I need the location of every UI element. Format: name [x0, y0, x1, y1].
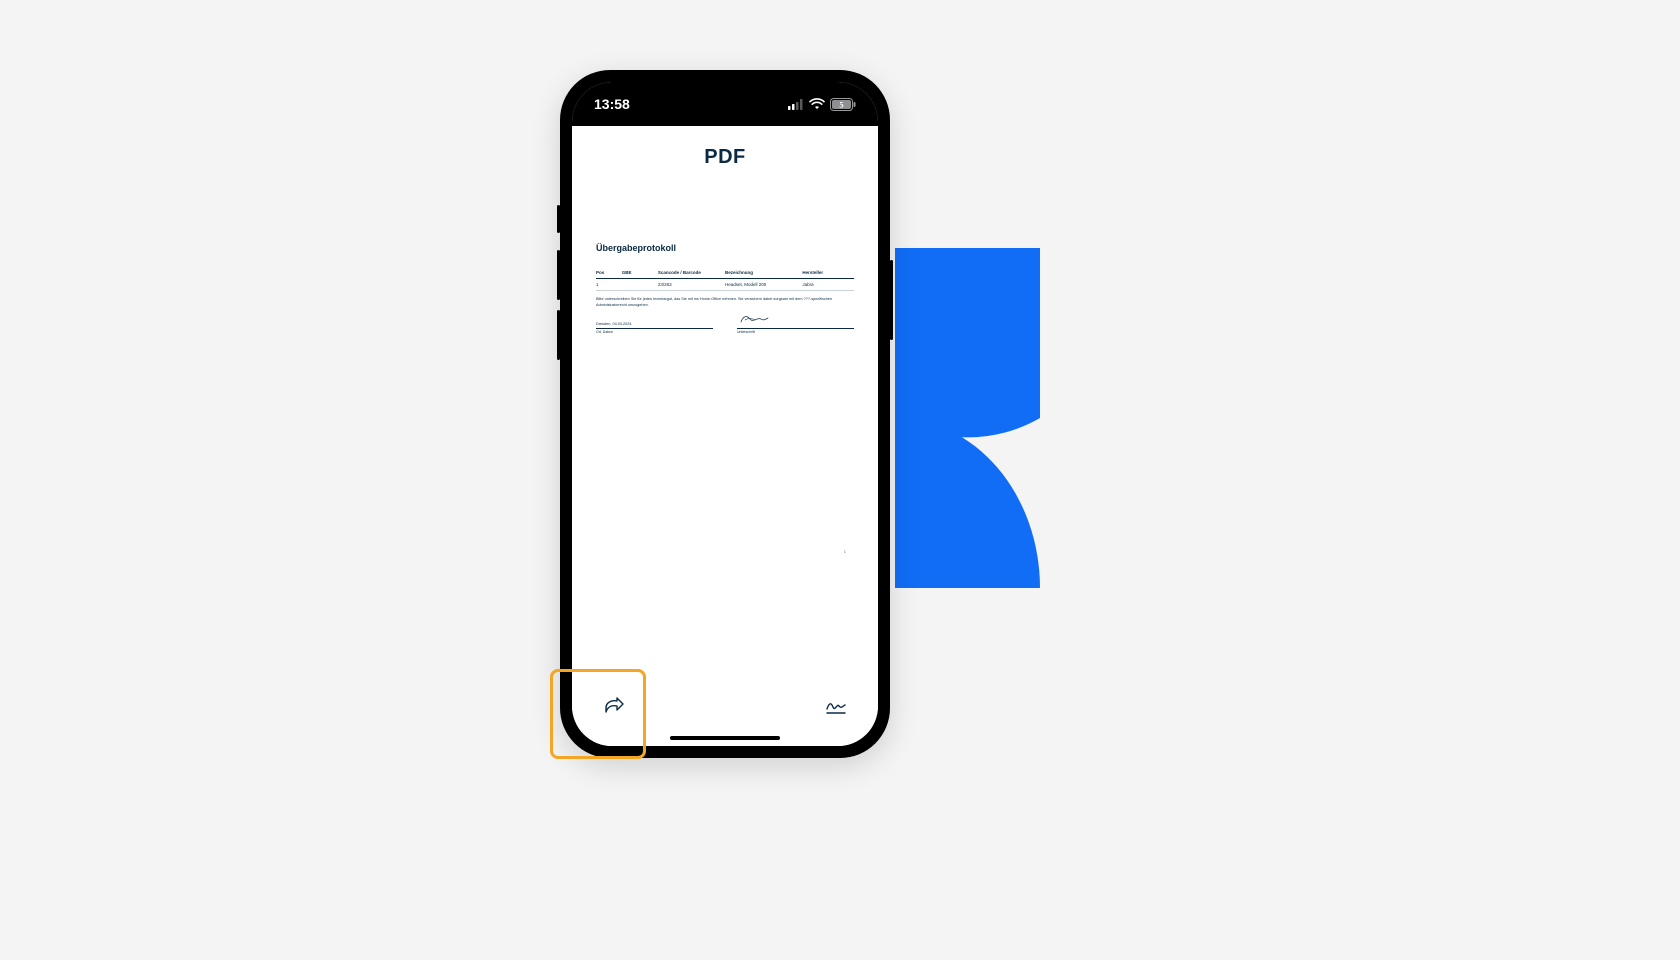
status-time: 13:58	[594, 96, 630, 112]
col-scancode: Scancode / Barcode	[658, 269, 725, 278]
phone-screen: 13:58	[572, 82, 878, 746]
phone-volume-down	[557, 310, 560, 360]
signature-icon	[825, 697, 847, 720]
signature-block-right: Unterschrift	[737, 316, 854, 335]
phone-volume-up	[557, 250, 560, 300]
dynamic-island	[677, 92, 773, 120]
col-pos: Pos	[596, 269, 622, 278]
signature-right-label: Unterschrift	[737, 330, 854, 335]
col-hersteller: Hersteller	[802, 269, 854, 278]
battery-icon: 5	[830, 98, 856, 111]
document-note: Bitte unterschreiben Sie für jedes Inven…	[596, 297, 854, 307]
table-header-row: Pos GBE Scancode / Barcode Bezeichnung H…	[596, 269, 854, 278]
signature-row: Dresden, 04.03.2024 Ort, Datum	[596, 316, 854, 335]
signature-line-left: Dresden, 04.03.2024	[596, 316, 713, 329]
home-indicator[interactable]	[670, 736, 780, 740]
status-indicators: 5	[788, 98, 856, 111]
pdf-page: Übergabeprotokoll Pos GBE Scancode / Bar…	[596, 243, 854, 334]
app-header: PDF	[572, 126, 878, 183]
items-table: Pos GBE Scancode / Barcode Bezeichnung H…	[596, 269, 854, 292]
col-gbe: GBE	[622, 269, 658, 278]
signature-left-value: Dresden, 04.03.2024	[596, 322, 631, 327]
sign-button[interactable]	[820, 692, 852, 724]
page-title: PDF	[572, 146, 878, 169]
table-row: 1 23/263 Headset, Modell 200 Jabra	[596, 278, 854, 291]
cell-hersteller: Jabra	[802, 278, 854, 291]
document-title: Übergabeprotokoll	[596, 243, 854, 255]
phone-power-button	[890, 260, 893, 340]
signature-mark-icon	[739, 313, 769, 328]
signature-line-right	[737, 316, 854, 329]
document-viewport[interactable]: Übergabeprotokoll Pos GBE Scancode / Bar…	[572, 183, 878, 678]
cell-scancode: 23/263	[658, 278, 725, 291]
cellular-icon	[788, 99, 804, 110]
page-number: 1	[844, 549, 846, 554]
phone-frame: 13:58	[560, 70, 890, 758]
col-bezeichnung: Bezeichnung	[725, 269, 802, 278]
share-icon	[603, 696, 625, 721]
cell-gbe	[622, 278, 658, 291]
signature-left-label: Ort, Datum	[596, 330, 713, 335]
phone-silent-switch	[557, 205, 560, 233]
wifi-icon	[809, 98, 825, 110]
cell-bezeichnung: Headset, Modell 200	[725, 278, 802, 291]
brand-decoration	[895, 248, 1040, 588]
cell-pos: 1	[596, 278, 622, 291]
share-button[interactable]	[598, 692, 630, 724]
app-content: PDF Übergabeprotokoll Pos GBE Scancode /…	[572, 126, 878, 746]
signature-block-left: Dresden, 04.03.2024 Ort, Datum	[596, 316, 713, 335]
battery-level-text: 5	[839, 99, 843, 109]
